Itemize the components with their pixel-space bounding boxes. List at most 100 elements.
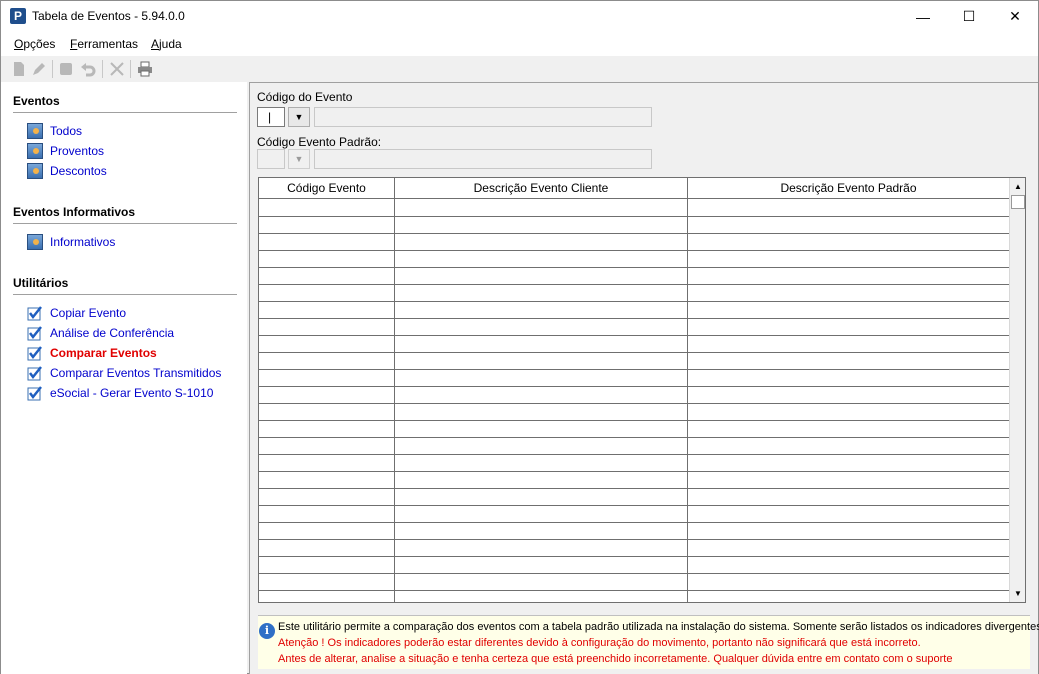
table-row-line [259,488,1009,489]
table-row-line [259,369,1009,370]
warning-message-2: Antes de alterar, analise a situação e t… [278,653,953,665]
table-row-line [259,539,1009,540]
toolbar-separator [52,60,53,78]
table-row-line [259,284,1009,285]
text-cursor: | [268,110,272,124]
app-logo-icon: P [10,8,26,24]
menu-opcoes[interactable]: Opções [14,37,55,51]
checkmark-icon [27,346,42,361]
sidebar-item-analise-conferencia[interactable]: Análise de Conferência [27,324,174,342]
table-row-line [259,454,1009,455]
checkmark-icon [27,366,42,381]
maximize-button[interactable]: ☐ [946,1,992,32]
sidebar-item-comparar-eventos-transmitidos[interactable]: Comparar Eventos Transmitidos [27,364,221,382]
close-button[interactable]: ✕ [992,1,1038,32]
title-bar: P Tabela de Eventos - 5.94.0.0 — ☐ ✕ [1,1,1038,32]
codigo-padrao-description-field [314,149,652,169]
table-row-line [259,267,1009,268]
table-row-line [259,590,1009,591]
info-message: Este utilitário permite a comparação dos… [278,621,1039,633]
undo-icon[interactable] [80,61,96,77]
sidebar-item-label: Descontos [50,164,107,178]
codigo-evento-label: Código do Evento [257,90,353,104]
section-divider [13,112,237,113]
sidebar-item-label: Comparar Eventos Transmitidos [50,366,222,380]
people-list-icon [27,163,43,179]
sidebar-item-label: Análise de Conferência [50,326,175,340]
menu-ajuda[interactable]: Ajuda [151,37,182,51]
events-grid[interactable]: Código Evento Descrição Evento Cliente D… [258,177,1026,603]
sidebar-item-proventos[interactable]: Proventos [27,142,104,160]
table-row-line [259,556,1009,557]
table-row-line [259,573,1009,574]
sidebar: Eventos Todos Proventos Descontos Evento… [1,82,247,674]
sidebar-item-label: eSocial - Gerar Evento S-1010 [50,386,214,400]
section-divider [13,294,237,295]
table-row-line [259,403,1009,404]
checkmark-icon [27,326,42,341]
sidebar-item-esocial-gerar-evento[interactable]: eSocial - Gerar Evento S-1010 [27,384,213,402]
table-row-line [259,522,1009,523]
sidebar-item-label: Proventos [50,144,105,158]
column-header-codigo-evento[interactable]: Código Evento [259,178,395,198]
checkmark-icon [27,386,42,401]
table-row-line [259,352,1009,353]
scroll-up-icon[interactable]: ▲ [1010,178,1025,195]
section-title-eventos: Eventos [13,94,60,108]
sidebar-item-label: Informativos [50,235,116,249]
main-panel: Código do Evento | ▼ Código Evento Padrã… [249,82,1039,674]
section-title-utilitarios: Utilitários [13,276,69,290]
toolbar [1,56,1038,82]
codigo-evento-description-field [314,107,652,127]
chevron-down-icon: ▼ [294,112,304,122]
sidebar-item-comparar-eventos[interactable]: Comparar Eventos [27,344,157,362]
edit-icon[interactable] [31,61,47,77]
table-row-line [259,233,1009,234]
warning-message-1: Atenção ! Os indicadores poderão estar d… [278,637,921,649]
table-row-line [259,437,1009,438]
delete-icon[interactable] [109,61,125,77]
new-document-icon[interactable] [11,61,27,77]
table-row-line [259,301,1009,302]
table-row-line [259,335,1009,336]
menu-bar: Opções Ferramentas Ajuda [1,32,1038,56]
grid-column-line [687,199,688,602]
section-divider [13,223,237,224]
info-icon: i [259,623,275,639]
people-list-icon [27,123,43,139]
people-list-icon [27,143,43,159]
sidebar-item-todos[interactable]: Todos [27,122,82,140]
table-row-line [259,386,1009,387]
codigo-padrao-label: Código Evento Padrão: [257,135,382,149]
scrollbar-thumb[interactable] [1011,195,1025,209]
column-header-descricao-cliente[interactable]: Descrição Evento Cliente [395,178,688,198]
column-header-descricao-padrao[interactable]: Descrição Evento Padrão [688,178,1009,198]
sidebar-item-label: Comparar Eventos [50,346,157,360]
codigo-evento-input[interactable]: | [257,107,285,127]
table-row-line [259,318,1009,319]
minimize-button[interactable]: — [900,1,946,32]
codigo-padrao-input[interactable] [257,149,285,169]
window-title: Tabela de Eventos - 5.94.0.0 [32,9,185,23]
checkmark-icon [27,306,42,321]
sidebar-item-label: Todos [50,124,83,138]
chevron-down-icon: ▼ [294,154,304,164]
vertical-scrollbar[interactable]: ▲ ▼ [1009,178,1025,602]
grid-header: Código Evento Descrição Evento Cliente D… [259,178,1009,199]
section-title-eventos-informativos: Eventos Informativos [13,205,136,219]
menu-ferramentas[interactable]: Ferramentas [70,37,138,51]
codigo-padrao-dropdown-button[interactable]: ▼ [288,149,310,169]
table-row-line [259,505,1009,506]
sidebar-item-informativos[interactable]: Informativos [27,233,115,251]
sidebar-item-descontos[interactable]: Descontos [27,162,107,180]
codigo-evento-dropdown-button[interactable]: ▼ [288,107,310,127]
people-list-icon [27,234,43,250]
print-icon[interactable] [137,61,153,77]
info-box: i Este utilitário permite a comparação d… [258,615,1039,669]
toolbar-separator [130,60,131,78]
scroll-down-icon[interactable]: ▼ [1010,585,1025,602]
stop-icon[interactable] [58,61,74,77]
table-row-line [259,420,1009,421]
sidebar-item-copiar-evento[interactable]: Copiar Evento [27,304,126,322]
table-row-line [259,216,1009,217]
